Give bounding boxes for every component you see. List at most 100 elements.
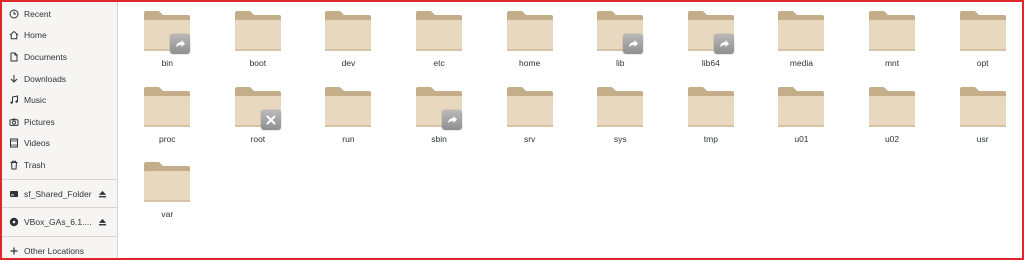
folder-item[interactable]: bin (122, 10, 213, 86)
folder-item[interactable]: sbin (394, 86, 485, 162)
folder-label: run (342, 133, 355, 144)
sidebar-item-home[interactable]: Home (2, 25, 117, 47)
home-icon (8, 30, 19, 41)
film-icon (8, 138, 19, 149)
folder-item[interactable]: var (122, 161, 213, 237)
folder-label: u01 (794, 133, 809, 144)
locked-emblem-icon (260, 109, 281, 130)
sidebar-item-label: Home (24, 30, 47, 41)
folder-icon (234, 11, 281, 51)
sidebar-item-label: VBox_GAs_6.1.... (24, 217, 92, 228)
folder-item[interactable]: u02 (847, 86, 938, 162)
folder-icon (325, 11, 372, 51)
folder-label: mnt (884, 58, 900, 68)
folder-label: opt (976, 58, 989, 68)
folder-label: tmp (703, 133, 718, 144)
sidebar: Recent Home Documents Downloads Music Pi… (2, 2, 118, 258)
folder-item[interactable]: boot (213, 10, 304, 86)
folder-icon (416, 11, 463, 51)
folder-icon (597, 86, 644, 127)
folder-item[interactable]: etc (394, 10, 485, 86)
sidebar-separator (2, 178, 117, 180)
folder-label: sys (613, 133, 627, 144)
document-icon (8, 51, 19, 62)
folder-icon (778, 86, 825, 127)
folder-item[interactable]: lib64 (666, 10, 757, 86)
sidebar-item-music[interactable]: Music (2, 89, 117, 111)
folder-label: sbin (431, 133, 447, 144)
folder-icon (959, 11, 1006, 51)
sidebar-item-label: Documents (24, 51, 67, 62)
folder-item[interactable]: usr (937, 86, 1024, 162)
sidebar-item-label: Videos (24, 138, 50, 149)
folder-item[interactable]: u01 (756, 86, 847, 162)
disc-icon (8, 217, 19, 228)
sidebar-item-other-locations[interactable]: Other Locations (2, 240, 117, 262)
folder-icon (325, 86, 372, 127)
symlink-emblem-icon (623, 34, 643, 54)
eject-icon[interactable] (98, 189, 107, 198)
folder-label: lib (615, 58, 625, 68)
sidebar-item-label: Pictures (24, 116, 55, 127)
symlink-emblem-icon (441, 109, 462, 130)
sidebar-item-label: Trash (24, 159, 46, 170)
folder-item[interactable]: sys (575, 86, 666, 162)
symlink-emblem-icon (170, 34, 190, 54)
sidebar-item-label: Recent (24, 8, 51, 19)
folder-item[interactable]: mnt (847, 10, 938, 86)
sidebar-item-vbox-disc[interactable]: VBox_GAs_6.1.... (2, 211, 117, 233)
folder-label: srv (523, 133, 536, 144)
folder-icon (506, 11, 553, 51)
sidebar-item-recent[interactable]: Recent (2, 3, 117, 25)
folder-label: dev (341, 58, 356, 68)
folder-item[interactable]: root (213, 86, 304, 162)
folder-item[interactable]: run (303, 86, 394, 162)
folder-item[interactable]: dev (303, 10, 394, 86)
folder-item[interactable]: tmp (666, 86, 757, 162)
sidebar-item-pictures[interactable]: Pictures (2, 111, 117, 133)
sidebar-separator (2, 235, 117, 237)
folder-icon (144, 162, 191, 202)
sidebar-item-label: Downloads (24, 73, 67, 84)
folder-icon (506, 86, 553, 127)
folder-label: u02 (884, 133, 900, 144)
folder-label: media (789, 58, 814, 68)
folder-icon (778, 11, 825, 51)
folder-icon (869, 86, 916, 127)
symlink-emblem-icon (713, 34, 734, 54)
folder-label: bin (161, 58, 173, 68)
folder-label: lib64 (701, 58, 720, 68)
folder-label: root (250, 133, 266, 144)
trash-icon (8, 159, 19, 170)
folder-icon (869, 11, 916, 51)
folder-label: usr (976, 133, 989, 144)
folder-icon (959, 86, 1006, 127)
folder-item[interactable]: home (484, 10, 575, 86)
file-manager-window: Recent Home Documents Downloads Music Pi… (0, 0, 1024, 260)
sidebar-item-label: Other Locations (24, 245, 85, 256)
file-grid: bin boot dev etc home lib lib64 media mnt opt proc… (118, 2, 1022, 258)
folder-item[interactable]: proc (122, 86, 213, 162)
folder-icon (144, 86, 191, 127)
sidebar-item-documents[interactable]: Documents (2, 46, 117, 68)
folder-item[interactable]: srv (484, 86, 575, 162)
download-icon (8, 73, 19, 84)
sidebar-item-shared-folder[interactable]: sf_Shared_Folder (2, 183, 117, 205)
sidebar-item-label: sf_Shared_Folder (24, 188, 92, 199)
folder-item[interactable]: lib (575, 10, 666, 86)
folder-label: var (161, 209, 174, 219)
folder-icon (687, 86, 734, 127)
folder-item[interactable]: opt (937, 10, 1024, 86)
folder-label: etc (433, 58, 445, 68)
folder-label: home (519, 58, 541, 68)
sidebar-item-videos[interactable]: Videos (2, 133, 117, 155)
sidebar-item-label: Music (24, 95, 47, 106)
folder-label: boot (249, 58, 267, 68)
plus-icon (8, 245, 19, 256)
sidebar-item-downloads[interactable]: Downloads (2, 68, 117, 90)
folder-item[interactable]: media (756, 10, 847, 86)
camera-icon (8, 116, 19, 127)
sidebar-item-trash[interactable]: Trash (2, 154, 117, 176)
sidebar-separator (2, 207, 117, 209)
eject-icon[interactable] (98, 218, 107, 227)
